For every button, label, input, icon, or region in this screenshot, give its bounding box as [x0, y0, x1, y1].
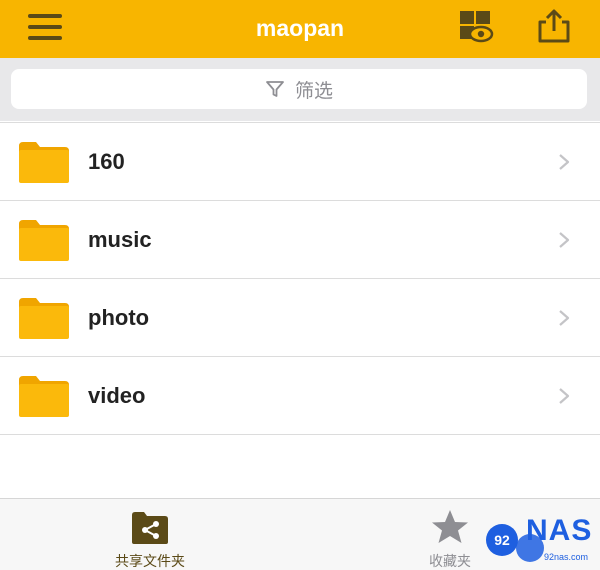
view-mode-button[interactable]: [458, 10, 494, 44]
share-button[interactable]: [536, 8, 572, 44]
filter-funnel-icon: [266, 81, 284, 97]
tab-label: 收藏夹: [429, 554, 471, 570]
grid-eye-icon: [460, 11, 494, 43]
tab-shared-folders[interactable]: 共享文件夹: [100, 499, 200, 570]
hamburger-menu-icon: [28, 14, 62, 18]
folder-row-160[interactable]: 160: [0, 123, 600, 201]
app-window: maopan 筛选 160 music photo video 共享文件夹 收藏…: [0, 0, 600, 570]
folder-row-photo[interactable]: photo: [0, 279, 600, 357]
filter-placeholder: 筛选: [294, 79, 333, 102]
folder-name: music: [88, 227, 152, 252]
folder-name: 160: [88, 149, 125, 174]
folder-icon: [19, 376, 69, 417]
folder-row-music[interactable]: music: [0, 201, 600, 279]
folder-name: video: [88, 383, 146, 408]
watermark-badge: 92: [486, 524, 518, 556]
top-navigation-bar: maopan: [0, 0, 600, 58]
folder-list: 160 music photo video: [0, 122, 600, 435]
chevron-right-icon: [559, 310, 570, 326]
tab-label: 共享文件夹: [115, 554, 185, 570]
shared-folder-icon: [132, 512, 168, 544]
hamburger-menu-icon-bar: [28, 25, 62, 29]
star-icon: [432, 510, 468, 543]
filter-input-content: 筛选: [11, 69, 587, 109]
chevron-right-icon: [559, 154, 570, 170]
watermark-logo: 92 NAS 92nas.com: [486, 514, 598, 568]
page-title: maopan: [255, 15, 345, 41]
folder-icon: [19, 220, 69, 261]
menu-button[interactable]: [28, 10, 64, 44]
watermark-site: 92nas.com: [544, 552, 589, 562]
tab-favorites[interactable]: 收藏夹: [400, 499, 500, 570]
folder-name: photo: [88, 305, 150, 330]
folder-icon: [19, 298, 69, 339]
chevron-right-icon: [559, 232, 570, 248]
filter-bar: 筛选: [0, 58, 600, 121]
folder-icon: [19, 142, 69, 183]
chevron-right-icon: [559, 388, 570, 404]
hamburger-menu-icon-bar: [28, 36, 62, 40]
folder-row-video[interactable]: video: [0, 357, 600, 435]
filter-input[interactable]: 筛选: [11, 69, 587, 109]
share-upload-icon: [538, 9, 570, 43]
watermark-text: NAS: [526, 514, 593, 547]
